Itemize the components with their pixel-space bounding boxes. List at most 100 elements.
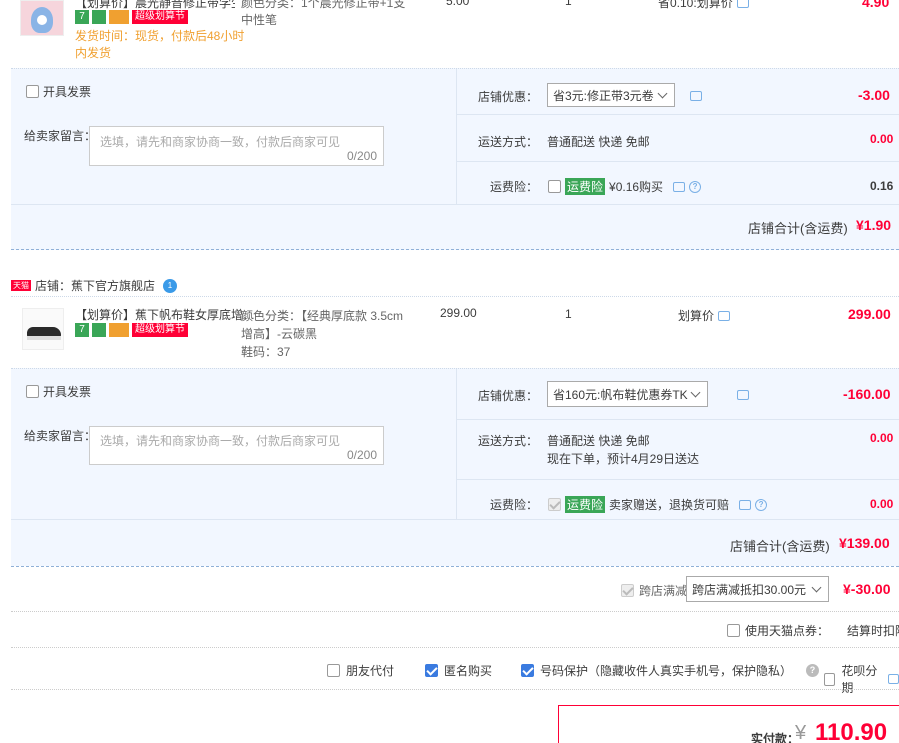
product-spec-2: 中性笔: [241, 13, 278, 27]
shop-discount-value: -160.00: [843, 386, 891, 402]
quantity: 1: [565, 0, 572, 8]
shop-discount-label: 店铺优惠：: [478, 90, 539, 104]
points-option[interactable]: 使用天猫点券：: [727, 622, 829, 639]
badge-row: 7 超级划算节: [75, 10, 188, 24]
shipping-value: 普通配送 快递 免邮: [547, 434, 650, 448]
payment-currency: ¥: [795, 722, 807, 743]
shop-chat-badge[interactable]: 1: [163, 278, 178, 293]
chat-icon[interactable]: [690, 91, 702, 101]
chat-icon[interactable]: [736, 0, 749, 8]
card-icon: [109, 10, 129, 24]
product-spec-2: 增高】-云碳黑: [241, 327, 317, 341]
shop-total-value: ¥1.90: [856, 217, 892, 233]
insurance-option: 运费险 卖家赠送，退换货可赔 ?: [548, 496, 768, 513]
payment-label: 实付款：: [751, 732, 800, 743]
chat-icon[interactable]: [737, 390, 750, 400]
anonymous-checkbox[interactable]: [425, 664, 438, 677]
insurance-option[interactable]: 运费险 ¥0.16购买 ?: [548, 178, 702, 195]
promo-badge: 超级划算节: [132, 10, 188, 24]
message-count: 0/200: [346, 448, 377, 462]
huabei-option[interactable]: 花呗分期: [824, 662, 899, 696]
guarantee-icon: [92, 323, 106, 337]
promo-text: 省0.10:划算价: [658, 0, 749, 11]
cross-shop-value: ¥-30.00: [843, 581, 891, 597]
shipping-price: 0.00: [870, 431, 894, 445]
payment-box: 实付款： ¥ 110.90: [558, 705, 899, 743]
invoice-option[interactable]: 开具发票: [26, 383, 91, 400]
message-input[interactable]: 选填，请先和商家协商一致，付款后商家可见 0/200: [89, 426, 384, 465]
shipping-label: 运送方式：: [478, 434, 539, 448]
chat-icon[interactable]: [739, 499, 752, 510]
guarantee-icon: [92, 10, 106, 24]
insurance-checkbox[interactable]: [548, 180, 561, 193]
subtotal: 299.00: [848, 306, 891, 322]
shipping-price: 0.00: [870, 132, 894, 146]
shop-total-value: ¥139.00: [839, 535, 890, 551]
insurance-label: 运费险：: [490, 498, 539, 512]
friend-pay-option[interactable]: 朋友代付: [327, 662, 394, 679]
chevron-down-icon: [811, 582, 822, 592]
message-count: 0/200: [346, 149, 377, 163]
help-icon[interactable]: ?: [806, 664, 820, 677]
help-icon[interactable]: ?: [755, 498, 768, 511]
message-label: 给卖家留言：: [24, 129, 97, 143]
shipping-note: 现在下单，预计4月29日送达: [547, 452, 700, 466]
cross-shop-select[interactable]: 跨店满减抵扣30.00元: [686, 576, 829, 602]
phone-protect-checkbox[interactable]: [521, 664, 534, 677]
payment-value: 110.90: [815, 719, 888, 743]
product-title[interactable]: 【划算价】蕉下帆布鞋女厚底增…: [75, 306, 255, 323]
insurance-price: 0.00: [870, 497, 894, 511]
badge-row: 7 超级划算节: [75, 323, 188, 337]
product-thumbnail[interactable]: [20, 0, 64, 36]
promo-badge: 超级划算节: [132, 323, 188, 337]
chat-icon[interactable]: [673, 181, 686, 192]
shop-header: 天猫 店铺：蕉下官方旗舰店 1: [11, 277, 178, 294]
friend-pay-checkbox[interactable]: [327, 664, 340, 677]
message-input[interactable]: 选填，请先和商家协商一致，付款后商家可见 0/200: [89, 126, 384, 166]
chat-icon[interactable]: [888, 674, 899, 684]
product-spec-3: 鞋码：37: [241, 345, 291, 359]
seven-day-icon: 7: [75, 10, 89, 24]
chat-icon[interactable]: [718, 310, 731, 321]
points-note: 结算时扣除: [847, 624, 899, 638]
cross-shop-checkbox: [621, 584, 634, 597]
quantity: 1: [565, 307, 572, 321]
insurance-tag: 运费险: [565, 496, 606, 513]
product-spec: 颜色分类：1个晨光修正带+1支: [241, 0, 406, 10]
product-thumbnail[interactable]: [22, 308, 64, 350]
anonymous-option[interactable]: 匿名购买: [425, 662, 492, 679]
chevron-down-icon: [657, 88, 668, 98]
unit-price: 299.00: [440, 306, 477, 320]
subtotal: 4.90: [862, 0, 890, 10]
unit-price: 5.00: [446, 0, 470, 8]
shop-discount-value: -3.00: [858, 87, 890, 103]
shop-name[interactable]: 店铺：蕉下官方旗舰店: [35, 277, 155, 294]
ship-time-2: 内发货: [75, 46, 112, 60]
invoice-checkbox[interactable]: [26, 385, 39, 398]
shop-discount-label: 店铺优惠：: [478, 389, 539, 403]
huabei-checkbox[interactable]: [824, 672, 836, 686]
help-icon[interactable]: ?: [689, 180, 702, 193]
insurance-checkbox: [548, 498, 561, 511]
shop-total-label: 店铺合计(含运费): [730, 539, 830, 554]
shop-discount-select[interactable]: 省160元:帆布鞋优惠券TK: [547, 381, 708, 407]
shipping-label: 运送方式：: [478, 135, 539, 149]
insurance-price: 0.16: [870, 179, 894, 193]
phone-protect-option[interactable]: 号码保护（隐藏收件人真实手机号，保护隐私） ?: [521, 662, 820, 679]
card-icon: [109, 323, 129, 337]
invoice-checkbox[interactable]: [26, 85, 39, 98]
tmall-icon: 天猫: [11, 280, 31, 291]
shop-discount-select[interactable]: 省3元:修正带3元卷: [547, 83, 675, 107]
ship-time: 发货时间：现货，付款后48小时: [75, 29, 245, 43]
promo-text: 划算价: [678, 307, 731, 324]
shop-total-label: 店铺合计(含运费): [748, 221, 848, 236]
points-checkbox[interactable]: [727, 624, 740, 637]
product-spec: 颜色分类：【经典厚底款 3.5cm: [241, 309, 404, 323]
chevron-down-icon: [690, 387, 701, 397]
insurance-label: 运费险：: [490, 180, 539, 194]
message-label: 给卖家留言：: [24, 429, 97, 443]
invoice-option[interactable]: 开具发票: [26, 83, 91, 100]
shipping-value: 普通配送 快递 免邮: [547, 135, 650, 149]
seven-day-icon: 7: [75, 323, 89, 337]
insurance-tag: 运费险: [565, 178, 606, 195]
